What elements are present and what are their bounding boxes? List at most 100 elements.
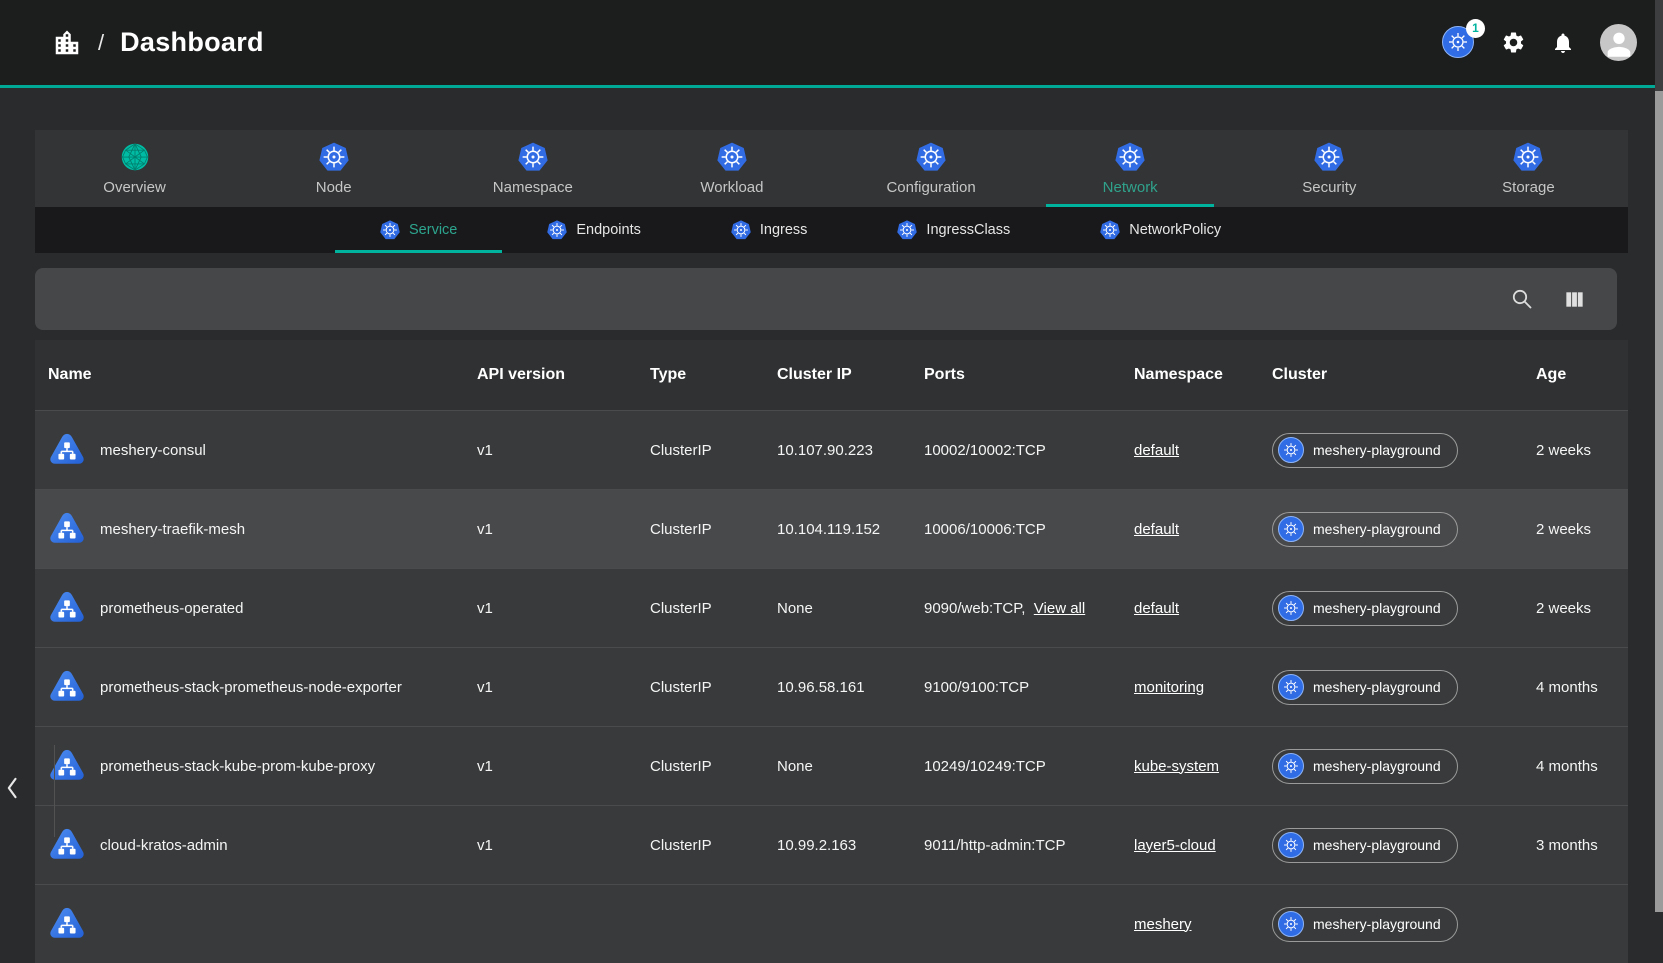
age-cell: 4 months xyxy=(1536,679,1628,696)
subtab-ingress[interactable]: Ingress xyxy=(686,207,853,253)
subtab-label: NetworkPolicy xyxy=(1129,222,1221,238)
subtab-endpoints[interactable]: Endpoints xyxy=(502,207,686,253)
subtab-label: Endpoints xyxy=(576,222,641,238)
search-icon xyxy=(1510,287,1534,311)
service-name: prometheus-stack-kube-prom-kube-proxy xyxy=(100,758,375,775)
cluster-cell: meshery-playground xyxy=(1272,591,1536,626)
table-row[interactable]: meshery-consulv1ClusterIP10.107.90.22310… xyxy=(35,410,1628,489)
kubernetes-context-button[interactable]: 1 xyxy=(1442,26,1476,60)
table-row[interactable]: prometheus-operatedv1ClusterIPNone9090/w… xyxy=(35,568,1628,647)
cluster-chip[interactable]: meshery-playground xyxy=(1272,512,1458,547)
tab-label: Node xyxy=(316,179,352,196)
search-button[interactable] xyxy=(1509,286,1535,312)
app-header: / Dashboard 1 xyxy=(0,0,1663,88)
subtab-ingressclass[interactable]: IngressClass xyxy=(852,207,1055,253)
kubernetes-icon xyxy=(1278,516,1304,542)
column-header-type: Type xyxy=(650,366,777,384)
cluster-ip-cell: 10.96.58.161 xyxy=(777,679,924,696)
scrollbar-thumb[interactable] xyxy=(1655,91,1663,912)
table-row[interactable]: meshery-traefik-meshv1ClusterIP10.104.11… xyxy=(35,489,1628,568)
meshery-icon xyxy=(120,142,150,172)
namespace-link[interactable]: meshery xyxy=(1134,916,1192,933)
cluster-chip-label: meshery-playground xyxy=(1313,679,1441,695)
kubernetes-icon xyxy=(380,220,400,240)
table-row[interactable]: cloud-kratos-admin v1ClusterIP10.99.2.163… xyxy=(35,805,1628,884)
namespace-link[interactable]: default xyxy=(1134,521,1179,538)
age-cell: 2 weeks xyxy=(1536,442,1628,459)
cluster-ip-cell: 10.99.2.163 xyxy=(777,837,924,854)
type-cell: ClusterIP xyxy=(650,837,777,854)
table-row[interactable]: prometheus-stack-prometheus-node-exporte… xyxy=(35,647,1628,726)
subtab-service[interactable]: Service xyxy=(335,207,502,253)
kubernetes-icon xyxy=(319,142,349,172)
cluster-cell: meshery-playground xyxy=(1272,828,1536,863)
api-version-cell: v1 xyxy=(477,837,650,854)
cluster-chip[interactable]: meshery-playground xyxy=(1272,591,1458,626)
cluster-chip-label: meshery-playground xyxy=(1313,600,1441,616)
building-icon[interactable] xyxy=(52,28,82,58)
user-avatar[interactable] xyxy=(1600,24,1637,61)
api-version-cell: v1 xyxy=(477,600,650,617)
namespace-link[interactable]: monitoring xyxy=(1134,679,1204,696)
tab-storage[interactable]: Storage xyxy=(1429,130,1628,207)
drawer-collapse-button[interactable] xyxy=(2,768,24,808)
cluster-cell: meshery-playground xyxy=(1272,433,1536,468)
services-table: NameAPI versionTypeCluster IPPortsNamesp… xyxy=(35,340,1628,963)
tab-configuration[interactable]: Configuration xyxy=(832,130,1031,207)
cluster-ip-cell: 10.104.119.152 xyxy=(777,521,924,538)
kubernetes-icon xyxy=(1100,220,1120,240)
cluster-chip-label: meshery-playground xyxy=(1313,758,1441,774)
service-name: meshery-consul xyxy=(100,442,206,459)
age-cell: 4 months xyxy=(1536,758,1628,775)
subtab-networkpolicy[interactable]: NetworkPolicy xyxy=(1055,207,1266,253)
tab-overview[interactable]: Overview xyxy=(35,130,234,207)
api-version-cell: v1 xyxy=(477,521,650,538)
tab-label: Storage xyxy=(1502,179,1555,196)
service-icon xyxy=(48,431,86,469)
tab-security[interactable]: Security xyxy=(1230,130,1429,207)
ports-cell: 10006/10006:TCP xyxy=(924,521,1134,538)
namespace-link[interactable]: layer5-cloud xyxy=(1134,837,1216,854)
kubernetes-icon xyxy=(1278,437,1304,463)
service-icon xyxy=(48,905,86,943)
api-version-cell: v1 xyxy=(477,679,650,696)
tab-workload[interactable]: Workload xyxy=(632,130,831,207)
tab-label: Security xyxy=(1302,179,1356,196)
column-header-ports: Ports xyxy=(924,366,1134,384)
namespace-link[interactable]: kube-system xyxy=(1134,758,1219,775)
notifications-button[interactable] xyxy=(1550,30,1576,56)
cluster-chip[interactable]: meshery-playground xyxy=(1272,828,1458,863)
tab-label: Overview xyxy=(103,179,166,196)
kubernetes-icon xyxy=(717,142,747,172)
kubernetes-icon xyxy=(1278,911,1304,937)
namespace-link[interactable]: default xyxy=(1134,600,1179,617)
type-cell: ClusterIP xyxy=(650,600,777,617)
tab-namespace[interactable]: Namespace xyxy=(433,130,632,207)
namespace-link[interactable]: default xyxy=(1134,442,1179,459)
column-header-name: Name xyxy=(35,366,477,384)
settings-button[interactable] xyxy=(1500,30,1526,56)
cluster-ip-cell: None xyxy=(777,758,924,775)
type-cell: ClusterIP xyxy=(650,758,777,775)
tab-node[interactable]: Node xyxy=(234,130,433,207)
cluster-chip-label: meshery-playground xyxy=(1313,442,1441,458)
column-visibility-button[interactable] xyxy=(1561,286,1587,312)
ports-cell: 9100/9100:TCP xyxy=(924,679,1134,696)
cluster-ip-cell: 10.107.90.223 xyxy=(777,442,924,459)
service-name: cloud-kratos-admin xyxy=(100,837,228,854)
breadcrumb: / Dashboard xyxy=(52,27,264,58)
table-row[interactable]: mesherymeshery-playground xyxy=(35,884,1628,963)
cluster-ip-cell: None xyxy=(777,600,924,617)
namespace-cell: monitoring xyxy=(1134,679,1272,696)
cluster-chip[interactable]: meshery-playground xyxy=(1272,670,1458,705)
name-cell: prometheus-stack-prometheus-node-exporte… xyxy=(35,668,477,706)
api-version-cell: v1 xyxy=(477,442,650,459)
breadcrumb-separator: / xyxy=(98,30,104,56)
table-row[interactable]: prometheus-stack-kube-prom-kube-proxyv1C… xyxy=(35,726,1628,805)
namespace-cell: default xyxy=(1134,442,1272,459)
header-actions: 1 xyxy=(1442,24,1637,61)
cluster-chip[interactable]: meshery-playground xyxy=(1272,433,1458,468)
cluster-chip[interactable]: meshery-playground xyxy=(1272,749,1458,784)
view-all-ports-link[interactable]: View all xyxy=(1034,600,1085,617)
tab-network[interactable]: Network xyxy=(1031,130,1230,207)
